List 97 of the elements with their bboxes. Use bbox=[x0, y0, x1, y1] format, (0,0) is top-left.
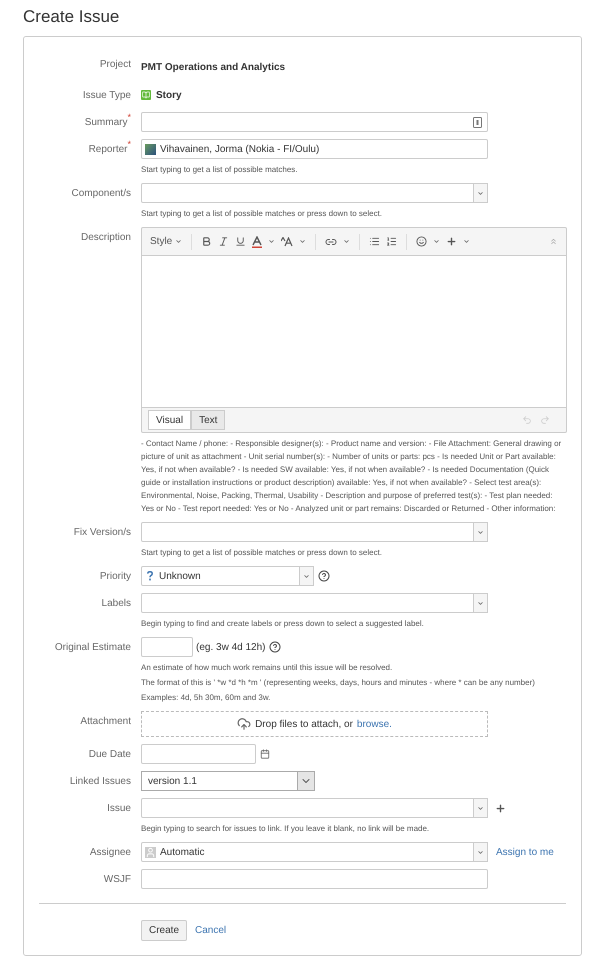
text-field[interactable] bbox=[141, 869, 488, 889]
caret-icon bbox=[175, 238, 182, 245]
question-mark-icon bbox=[147, 571, 153, 581]
caret-icon bbox=[303, 572, 310, 580]
assignee-field[interactable]: Automatic bbox=[141, 842, 474, 862]
field-label: Due Date bbox=[88, 748, 131, 762]
add-icon[interactable] bbox=[495, 802, 506, 814]
priority-field[interactable]: Unknown bbox=[141, 566, 300, 586]
story-icon bbox=[141, 90, 151, 100]
text-field[interactable] bbox=[141, 112, 488, 132]
caret-icon bbox=[268, 238, 276, 245]
caret-icon bbox=[477, 600, 484, 606]
issue-field[interactable] bbox=[141, 798, 474, 818]
dropdown-trigger[interactable] bbox=[474, 798, 488, 818]
picker-field[interactable] bbox=[141, 522, 474, 542]
help-text: An estimate of how much work remains until this issue will be resolved. bbox=[141, 662, 394, 674]
avatar-icon bbox=[145, 846, 156, 858]
caret-icon bbox=[477, 528, 484, 536]
upload-icon bbox=[237, 717, 252, 731]
reporter-field[interactable]: Vihavainen, Jorma (Nokia - FI/Oulu) bbox=[141, 139, 488, 159]
cancel-link[interactable]: Cancel bbox=[195, 923, 226, 938]
font-size-icon[interactable] bbox=[281, 236, 294, 246]
field-label: Attachment bbox=[80, 714, 131, 728]
help-icon[interactable] bbox=[268, 641, 280, 653]
dropdown-trigger[interactable] bbox=[474, 183, 488, 203]
insert-icon[interactable] bbox=[446, 236, 458, 247]
underline-icon[interactable] bbox=[235, 236, 246, 247]
assignee-value: Automatic bbox=[160, 846, 204, 860]
dropdown-trigger[interactable] bbox=[474, 842, 488, 862]
emoticon-icon[interactable] bbox=[416, 236, 428, 247]
caret-icon bbox=[477, 804, 484, 812]
bold-icon[interactable] bbox=[201, 236, 212, 247]
field-label: Project bbox=[100, 58, 131, 72]
numbered-list-icon[interactable] bbox=[386, 236, 398, 247]
field-label: Fix Version/s bbox=[74, 526, 131, 540]
help-text: Start typing to get a list of possible matches. bbox=[141, 164, 299, 176]
help-text: Start typing to get a list of possible matches or press down to select. bbox=[141, 208, 384, 220]
picker-field[interactable] bbox=[141, 593, 474, 613]
caret-icon bbox=[343, 238, 350, 245]
caret-icon bbox=[463, 238, 470, 245]
field-label: Assignee bbox=[90, 846, 131, 860]
avatar-icon bbox=[145, 144, 156, 154]
field-label: Issue Type bbox=[82, 88, 131, 102]
collapse-icon[interactable] bbox=[549, 237, 558, 246]
issue-type-value: Story bbox=[156, 88, 182, 102]
help-text: Examples: 4d, 5h 30m, 60m and 3w. bbox=[141, 692, 272, 704]
select-value: version 1.1 bbox=[148, 774, 197, 788]
field-label: Summary bbox=[84, 116, 128, 130]
field-label: WSJF bbox=[104, 872, 131, 886]
date-field[interactable] bbox=[141, 744, 256, 764]
drop-text: Drop files to attach, or bbox=[255, 718, 353, 732]
field-icon bbox=[473, 116, 482, 128]
style-dropdown[interactable]: Style bbox=[150, 234, 182, 249]
field-label: Priority bbox=[100, 570, 131, 584]
editor-text-area[interactable] bbox=[142, 256, 566, 408]
field-label: Description bbox=[80, 230, 131, 244]
redo-icon[interactable] bbox=[540, 415, 550, 425]
link-type-select[interactable]: version 1.1 bbox=[141, 771, 315, 791]
help-icon[interactable] bbox=[318, 570, 330, 582]
required-mark: * bbox=[127, 140, 131, 149]
estimate-hint: (eg. 3w 4d 12h) bbox=[196, 640, 266, 654]
picker-field[interactable] bbox=[141, 183, 474, 203]
dropdown-trigger[interactable] bbox=[474, 593, 488, 613]
editor-tab[interactable]: Text bbox=[191, 410, 226, 430]
bullet-list-icon[interactable] bbox=[369, 236, 380, 247]
caret-icon bbox=[477, 848, 484, 856]
text-color-icon[interactable] bbox=[252, 236, 262, 248]
help-text: Begin typing to search for issues to link. If you leave it blank, no link will be made. bbox=[141, 823, 430, 835]
field-label: Labels bbox=[102, 596, 131, 610]
field-label: Reporter bbox=[88, 142, 128, 156]
help-text: The format of this is ' *w *d *h *m ' (representing weeks, days, hours and minutes - where * can be any number) bbox=[141, 677, 535, 689]
estimate-field[interactable] bbox=[141, 637, 193, 657]
caret-icon bbox=[299, 238, 306, 245]
field-label: Component/s bbox=[72, 186, 131, 200]
priority-value: Unknown bbox=[159, 570, 201, 584]
browse-link[interactable]: browse. bbox=[356, 716, 392, 732]
caret-icon bbox=[297, 772, 314, 790]
caret-icon bbox=[433, 238, 440, 245]
dropdown-trigger[interactable] bbox=[474, 522, 488, 542]
project-name: PMT Operations and Analytics bbox=[141, 62, 286, 73]
help-text: Begin typing to find and create labels or press down to select a suggested label. bbox=[141, 618, 425, 630]
editor-tab[interactable]: Visual bbox=[148, 410, 192, 430]
field-label: Original Estimate bbox=[54, 640, 131, 654]
assign-to-me-link[interactable]: Assign to me bbox=[496, 844, 554, 860]
help-text: Start typing to get a list of possible matches or press down to select. bbox=[141, 547, 384, 559]
page-title: Create Issue bbox=[22, 6, 120, 28]
help-text: - Contact Name / phone: - Responsible designer(s): - Product name and version: - File Attachment: General drawing or picture of unit as attachment - Unit serial number(s): - Number of units or parts: pcs - Is needed Unit or Part available: Yes, if not when available? - Is needed SW available: Yes, if not when available? - Is needed Documentation (Quick guide or installation instructions or product description) available: Yes, if not when available? - Select test area(s): Environmental, Noise, Packing, Thermal, Usability - Description and purpose of preferred test(s): - Test plan needed: Yes or No - Test report needed: Yes or No - Analyzed unit or part remains: Discarded or Returned - Other information: bbox=[141, 438, 562, 515]
italic-icon[interactable] bbox=[218, 236, 230, 247]
caret-icon bbox=[477, 190, 484, 196]
undo-icon[interactable] bbox=[522, 415, 532, 425]
required-mark: * bbox=[127, 113, 131, 122]
field-label: Linked Issues bbox=[70, 774, 131, 788]
field-label: Issue bbox=[107, 802, 131, 816]
calendar-icon[interactable] bbox=[260, 749, 270, 759]
create-button[interactable]: Create bbox=[141, 920, 188, 941]
reporter-value: Vihavainen, Jorma (Nokia - FI/Oulu) bbox=[160, 142, 320, 156]
drop-zone[interactable]: Drop files to attach, or browse. bbox=[141, 711, 488, 737]
